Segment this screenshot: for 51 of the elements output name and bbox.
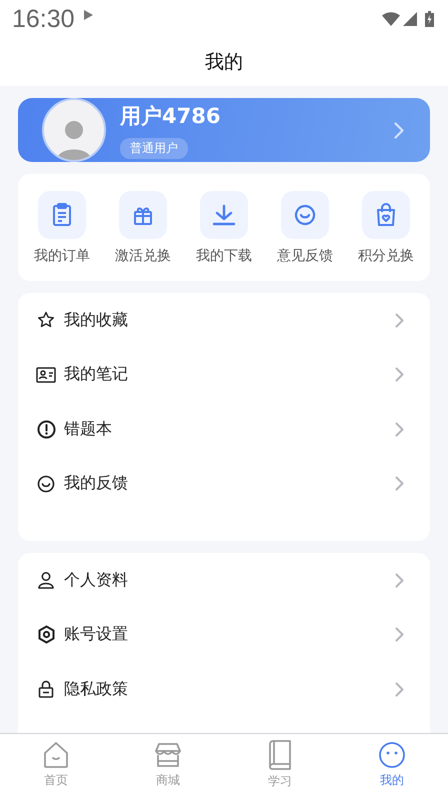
menu-row[interactable]: 我的收藏 [18, 293, 430, 348]
shortcut-button[interactable]: 积分兑换 [346, 191, 426, 265]
lock-icon [38, 680, 54, 698]
chevron-right-icon [395, 682, 404, 697]
storefront-icon [154, 741, 182, 769]
menu-label: 账号设置 [64, 624, 129, 646]
menu-label: 错题本 [64, 418, 113, 440]
id-card-icon [36, 366, 56, 383]
alert-icon [36, 420, 56, 439]
star-icon [37, 311, 55, 330]
chevron-right-icon [394, 122, 404, 138]
tab-item[interactable]: 我的 [336, 734, 448, 796]
menu-row[interactable]: 账号设置 [18, 608, 430, 662]
menu-label: 隐私政策 [64, 678, 129, 700]
menu-row[interactable]: 错题本 [18, 402, 430, 456]
shortcut-button[interactable]: 我的订单 [22, 191, 102, 265]
chevron-right-icon [395, 367, 404, 382]
chevron-right-icon [395, 476, 404, 492]
smiley-face-icon [378, 741, 406, 769]
house-icon [42, 741, 70, 769]
wifi-icon [382, 12, 400, 26]
menu-label: 我的笔记 [64, 364, 129, 386]
menu-row[interactable]: 我的笔记 [18, 348, 430, 402]
download-icon [212, 204, 236, 226]
battery-icon [425, 11, 434, 27]
shortcut-button[interactable]: 我的下载 [184, 191, 264, 265]
shopping-bag-icon [375, 203, 397, 227]
book-icon [266, 740, 294, 770]
hexagon-settings-icon [36, 625, 56, 644]
menu-label: 我的反馈 [64, 473, 129, 494]
chevron-right-icon [395, 312, 404, 328]
user-level-badge: 普通用户 [120, 138, 188, 158]
menu-label: 个人资料 [64, 570, 129, 591]
shortcut-button[interactable]: 激活兑换 [103, 191, 183, 265]
chevron-right-icon [395, 422, 404, 437]
chevron-right-icon [395, 627, 404, 642]
smile-icon [294, 204, 316, 226]
smile-icon [37, 474, 55, 493]
page-title: 我的 [205, 50, 243, 75]
person-icon [37, 571, 55, 590]
menu-row[interactable]: 个人资料 [18, 553, 430, 608]
signal-icon [403, 12, 417, 26]
clipboard-icon [51, 203, 73, 227]
menu-label: 我的收藏 [64, 310, 129, 331]
user-name: 用户4786 [120, 102, 220, 130]
menu-row[interactable]: 我的反馈 [18, 456, 430, 511]
shortcut-button[interactable]: 意见反馈 [265, 191, 345, 265]
status-time: 16:30 [12, 4, 75, 34]
play-icon [82, 10, 93, 20]
menu-row[interactable]: 隐私政策 [18, 662, 430, 716]
chevron-right-icon [395, 572, 404, 588]
